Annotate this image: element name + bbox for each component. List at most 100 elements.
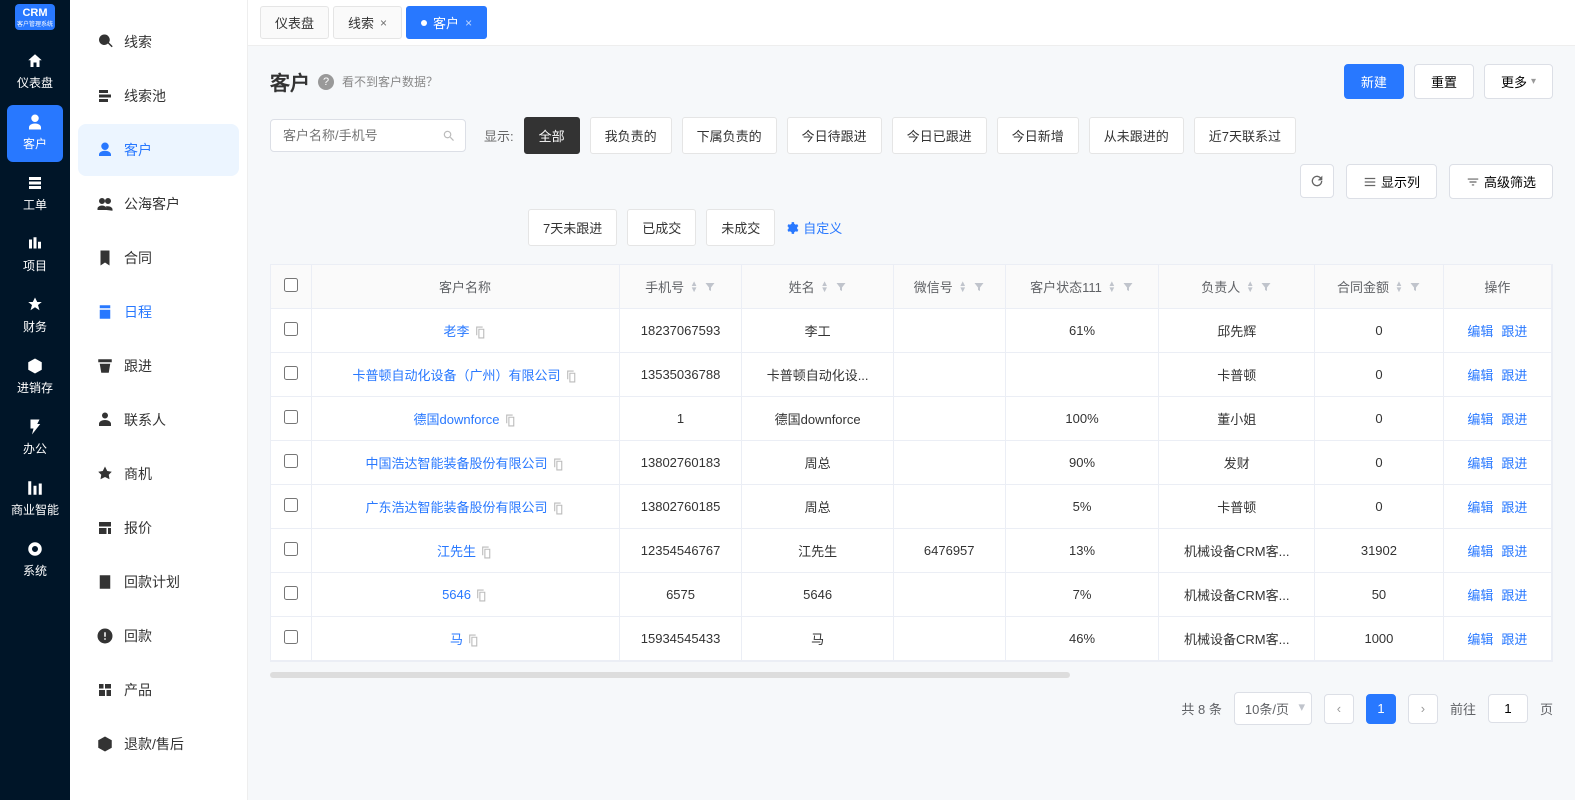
- filter-chip[interactable]: 从未跟进的: [1089, 117, 1184, 154]
- select-all-checkbox[interactable]: [284, 278, 298, 292]
- column-header[interactable]: 手机号▲▼: [619, 265, 742, 309]
- sort-icon[interactable]: ▲▼: [1246, 281, 1254, 293]
- refresh-button[interactable]: [1300, 164, 1334, 198]
- close-icon[interactable]: ×: [380, 16, 387, 30]
- column-header[interactable]: 负责人▲▼: [1159, 265, 1315, 309]
- row-checkbox[interactable]: [284, 630, 298, 644]
- sub-nav-item-13[interactable]: 退款/售后: [78, 718, 239, 770]
- copy-icon[interactable]: [480, 546, 493, 559]
- prev-page-button[interactable]: ‹: [1324, 694, 1354, 724]
- nav-item-8[interactable]: 系统: [7, 532, 63, 589]
- sub-nav-item-6[interactable]: 跟进: [78, 340, 239, 392]
- filter-icon[interactable]: [704, 281, 716, 293]
- filter-chip[interactable]: 今日新增: [997, 117, 1079, 154]
- filter-chip[interactable]: 7天未跟进: [528, 209, 617, 246]
- goto-page-input[interactable]: [1488, 694, 1528, 723]
- column-header[interactable]: 合同金额▲▼: [1315, 265, 1443, 309]
- follow-link[interactable]: 跟进: [1501, 456, 1527, 471]
- tab-0[interactable]: 仪表盘: [260, 6, 329, 39]
- sort-icon[interactable]: ▲▼: [1395, 281, 1403, 293]
- sub-nav-item-11[interactable]: 回款: [78, 610, 239, 662]
- follow-link[interactable]: 跟进: [1501, 324, 1527, 339]
- sub-nav-item-5[interactable]: 日程: [78, 286, 239, 338]
- nav-item-0[interactable]: 仪表盘: [7, 44, 63, 101]
- filter-icon[interactable]: [1260, 281, 1272, 293]
- filter-chip[interactable]: 我负责的: [590, 117, 672, 154]
- sort-icon[interactable]: ▲▼: [1108, 281, 1116, 293]
- filter-icon[interactable]: [1122, 281, 1134, 293]
- sort-icon[interactable]: ▲▼: [959, 281, 967, 293]
- filter-chip[interactable]: 下属负责的: [682, 117, 777, 154]
- row-checkbox[interactable]: [284, 410, 298, 424]
- sub-nav-item-1[interactable]: 线索池: [78, 70, 239, 122]
- sub-nav-item-0[interactable]: 线索: [78, 16, 239, 68]
- filter-icon[interactable]: [973, 281, 985, 293]
- nav-item-2[interactable]: 工单: [7, 166, 63, 223]
- copy-icon[interactable]: [552, 458, 565, 471]
- customer-name-cell[interactable]: 中国浩达智能装备股份有限公司: [311, 441, 619, 485]
- help-icon[interactable]: ?: [318, 74, 334, 90]
- customer-name-cell[interactable]: 老李: [311, 309, 619, 353]
- edit-link[interactable]: 编辑: [1467, 500, 1493, 515]
- row-checkbox[interactable]: [284, 322, 298, 336]
- sub-nav-item-8[interactable]: 商机: [78, 448, 239, 500]
- copy-icon[interactable]: [565, 370, 578, 383]
- sub-nav-item-10[interactable]: 回款计划: [78, 556, 239, 608]
- customer-name-cell[interactable]: 卡普顿自动化设备（广州）有限公司: [311, 353, 619, 397]
- copy-icon[interactable]: [475, 589, 488, 602]
- nav-item-6[interactable]: 办公: [7, 410, 63, 467]
- close-icon[interactable]: ×: [465, 16, 472, 30]
- more-button[interactable]: 更多 ▾: [1484, 64, 1553, 99]
- page-number-button[interactable]: 1: [1366, 694, 1396, 724]
- row-checkbox[interactable]: [284, 366, 298, 380]
- edit-link[interactable]: 编辑: [1467, 368, 1493, 383]
- reset-button[interactable]: 重置: [1414, 64, 1474, 99]
- follow-link[interactable]: 跟进: [1501, 632, 1527, 647]
- nav-item-7[interactable]: 商业智能: [7, 471, 63, 528]
- nav-item-5[interactable]: 进销存: [7, 349, 63, 406]
- row-checkbox[interactable]: [284, 586, 298, 600]
- copy-icon[interactable]: [504, 414, 517, 427]
- follow-link[interactable]: 跟进: [1501, 544, 1527, 559]
- advanced-filter-button[interactable]: 高级筛选: [1449, 164, 1553, 199]
- search-input[interactable]: [270, 119, 466, 152]
- column-header[interactable]: 微信号▲▼: [893, 265, 1005, 309]
- page-size-select[interactable]: 10条/页: [1234, 692, 1312, 725]
- nav-item-3[interactable]: 项目: [7, 227, 63, 284]
- sub-nav-item-9[interactable]: 报价: [78, 502, 239, 554]
- follow-link[interactable]: 跟进: [1501, 412, 1527, 427]
- tab-1[interactable]: 线索×: [333, 6, 402, 39]
- edit-link[interactable]: 编辑: [1467, 588, 1493, 603]
- custom-filter-link[interactable]: 自定义: [785, 218, 842, 237]
- filter-chip[interactable]: 已成交: [627, 209, 696, 246]
- column-header[interactable]: 姓名▲▼: [742, 265, 893, 309]
- edit-link[interactable]: 编辑: [1467, 632, 1493, 647]
- tab-2[interactable]: 客户×: [406, 6, 487, 39]
- edit-link[interactable]: 编辑: [1467, 456, 1493, 471]
- page-hint[interactable]: 看不到客户数据？: [342, 73, 438, 90]
- nav-item-4[interactable]: 财务: [7, 288, 63, 345]
- filter-chip[interactable]: 今日已跟进: [892, 117, 987, 154]
- next-page-button[interactable]: ›: [1408, 694, 1438, 724]
- follow-link[interactable]: 跟进: [1501, 588, 1527, 603]
- row-checkbox[interactable]: [284, 498, 298, 512]
- sub-nav-item-12[interactable]: 产品: [78, 664, 239, 716]
- row-checkbox[interactable]: [284, 454, 298, 468]
- filter-icon[interactable]: [1409, 281, 1421, 293]
- follow-link[interactable]: 跟进: [1501, 368, 1527, 383]
- sub-nav-item-7[interactable]: 联系人: [78, 394, 239, 446]
- copy-icon[interactable]: [467, 634, 480, 647]
- filter-chip[interactable]: 全部: [524, 117, 580, 154]
- copy-icon[interactable]: [474, 326, 487, 339]
- customer-name-cell[interactable]: 马: [311, 617, 619, 661]
- row-checkbox[interactable]: [284, 542, 298, 556]
- edit-link[interactable]: 编辑: [1467, 544, 1493, 559]
- filter-chip[interactable]: 近7天联系过: [1194, 117, 1296, 154]
- customer-name-cell[interactable]: 5646: [311, 573, 619, 617]
- copy-icon[interactable]: [552, 502, 565, 515]
- columns-button[interactable]: 显示列: [1346, 164, 1437, 199]
- column-header[interactable]: 客户名称: [311, 265, 619, 309]
- new-button[interactable]: 新建: [1344, 64, 1404, 99]
- sub-nav-item-2[interactable]: 客户: [78, 124, 239, 176]
- sub-nav-item-3[interactable]: 公海客户: [78, 178, 239, 230]
